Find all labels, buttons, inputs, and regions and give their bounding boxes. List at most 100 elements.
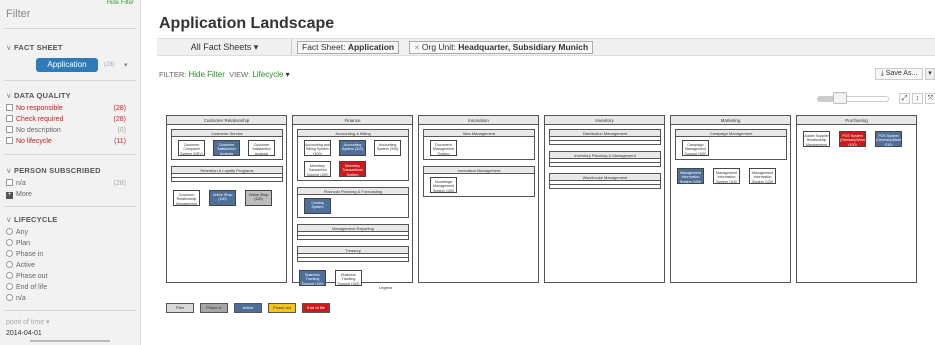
lifecycle-option-active[interactable]: Active [6, 261, 136, 271]
zoom-slider-handle[interactable] [833, 92, 847, 104]
lifecycle-option-plan[interactable]: Plan [6, 239, 136, 249]
app-box-management-information-system-120[interactable]: Management Information System (120) [749, 168, 776, 184]
point-of-time-date[interactable]: 2014-04-01 [6, 329, 136, 339]
dq-count: (28) [113, 116, 126, 123]
app-box-campaign-management-support-100[interactable]: Campaign Management Support (100) [682, 140, 709, 156]
fit-width-icon[interactable]: ⤢ [899, 93, 910, 104]
checkbox[interactable] [6, 104, 13, 111]
app-box-accounting-system-310[interactable]: Accounting System (310) [339, 140, 366, 156]
capability-title: Customer Service [172, 130, 282, 137]
app-box-customer-complaint-system-dev[interactable]: Customer Complaint System (DEV) [178, 140, 205, 156]
lifecycle-option-end-of-life[interactable]: End of life [6, 283, 136, 293]
capability-inventory-planning-management[interactable]: Inventory Planning & Management [549, 151, 661, 167]
app-box-customer-relationship-management[interactable]: Customer Relationship Management [173, 190, 200, 206]
domain-title: Purchasing [797, 116, 916, 125]
view-dropdown[interactable]: Lifecycle ▾ [252, 70, 289, 79]
capability-treasury[interactable]: Treasury [297, 246, 409, 262]
dq-no-lifecycle[interactable]: No lifecycle (11) [6, 137, 136, 147]
capability-distribution-management[interactable]: Distribution Management [549, 129, 661, 145]
domain-finance[interactable]: Finance Accounting & Billing Accounting an… [292, 115, 413, 286]
section-data-quality[interactable]: ∨ DATA QUALITY [6, 91, 71, 100]
app-box-online-shop-100[interactable]: Online Shop (100) [209, 190, 236, 206]
dq-no-description[interactable]: No description (0) [6, 126, 136, 136]
app-box-adobe-supplier-relationship-management[interactable]: Adobe Supplier Relationship Management [803, 131, 830, 147]
divider [4, 206, 136, 207]
section-title: PERSON SUBSCRIBED [14, 166, 101, 175]
app-box-costing-system[interactable]: Costing System [304, 198, 331, 214]
app-box-accounting-system-300[interactable]: Accounting System (300) [374, 140, 401, 156]
capability-accounting-billing[interactable]: Accounting & Billing Accounting and Billi… [297, 129, 409, 181]
app-box-monetary-transactions-system[interactable]: Monetary Transactions System [339, 161, 366, 177]
app-box-online-shop-120[interactable]: Online Shop (120) [245, 190, 272, 206]
dq-count: (28) [113, 105, 126, 112]
dq-no-responsible[interactable]: No responsible (28) [6, 104, 136, 114]
app-box-pos-system-germany-munich-110[interactable]: POS System (Germany/Munich) (110) [875, 131, 902, 147]
org-unit-chip[interactable]: ✕ Org Unit: Headquarter, Subsidiary Munic… [409, 41, 594, 54]
ps-na[interactable]: n/a (28) [6, 179, 136, 189]
radio[interactable] [6, 239, 13, 246]
dq-check-required[interactable]: Check required (28) [6, 115, 136, 125]
section-title: DATA QUALITY [14, 91, 71, 100]
domain-innovation[interactable]: Innovation Idea Management Document Manage… [418, 115, 539, 283]
capability-campaign-management[interactable]: Campaign Management Campaign Management S… [675, 129, 787, 160]
radio[interactable] [6, 294, 13, 301]
fit-height-icon[interactable]: ↕ [912, 93, 923, 104]
lifecycle-option-na[interactable]: n/a [6, 294, 136, 304]
capability-idea-management[interactable]: Idea Management Document Management Syste… [423, 129, 535, 160]
expand-icon[interactable]: ⤧ [925, 93, 935, 104]
capability-retention-loyalty-programs[interactable]: Retention & Loyalty Programs [171, 166, 283, 182]
save-as-caret-icon[interactable]: ▾ [925, 68, 935, 80]
app-box-business-tracking-support-100[interactable]: Business Tracking Support (100) [335, 270, 362, 286]
app-box-accounting-and-billing-system-100[interactable]: Accounting and Billing System (100) [304, 140, 331, 156]
app-box-pos-system-germany-munich-100[interactable]: POS System (Germany/Munich) (100) [839, 131, 866, 147]
save-as-label: Save As... [885, 70, 918, 77]
lifecycle-option-phase-in[interactable]: Phase in [6, 250, 136, 260]
app-box-document-management-system[interactable]: Document Management System [430, 140, 457, 156]
all-fact-sheets-dropdown[interactable]: All Fact Sheets ▾ [158, 39, 292, 55]
app-box-customer-satisfaction-analysis[interactable]: Customer Satisfaction Analysis [248, 140, 275, 156]
radio[interactable] [6, 272, 13, 279]
section-fact-sheet[interactable]: ∨ FACT SHEET [6, 43, 63, 52]
app-box-management-information-system-100[interactable]: Management Information System (100) [677, 168, 704, 184]
radio[interactable] [6, 228, 13, 235]
hide-filter-link[interactable]: Hide Filter [188, 70, 224, 79]
chevron-down-icon: ∨ [6, 166, 12, 175]
lifecycle-option-phase-out[interactable]: Phase out [6, 272, 136, 282]
time-slider[interactable] [30, 340, 110, 342]
legend-item-phase-out: Phase out [268, 303, 296, 313]
radio[interactable] [6, 261, 13, 268]
capability-management-reporting[interactable]: Management Reporting [297, 224, 409, 240]
point-of-time-toggle[interactable]: point of time ▾ [6, 318, 136, 328]
caret-down-icon[interactable]: ▾ [124, 61, 128, 69]
app-box-customer-satisfaction-analysis[interactable]: Customer Satisfaction Analysis [213, 140, 240, 156]
save-as-button[interactable]: ⤓ Save As... [875, 68, 923, 80]
checkbox[interactable] [6, 179, 13, 186]
app-box-business-tracking-support-100[interactable]: Business Tracking Support (100) [299, 270, 326, 286]
radio[interactable] [6, 283, 13, 290]
capability-financial-planning-forecasting[interactable]: Financial Planning & Forecasting Costing … [297, 187, 409, 218]
domain-inventory[interactable]: Inventory Distribution Management Inventor… [544, 115, 665, 283]
checkbox[interactable] [6, 115, 13, 122]
capability-warehouse-management[interactable]: Warehouse Management [549, 173, 661, 189]
domain-customer-relationship[interactable]: Customer Relationship Customer Service Cus… [166, 115, 287, 283]
app-box-knowledge-management-system-100[interactable]: Knowledge Management System (100) [430, 177, 457, 193]
domain-purchasing[interactable]: Purchasing Adobe Supplier Relationship Ma… [796, 115, 917, 283]
radio-label: Any [16, 229, 29, 236]
section-lifecycle[interactable]: ∨ LIFECYCLE [6, 215, 57, 224]
fact-sheet-chip[interactable]: Fact Sheet: Application [297, 41, 400, 54]
lifecycle-option-any[interactable]: Any [6, 228, 136, 238]
checkbox[interactable] [6, 137, 13, 144]
close-icon[interactable]: ✕ [414, 45, 420, 52]
radio-label: Plan [16, 240, 31, 247]
app-box-monetary-transaction-support-100[interactable]: Monetary Transaction Support (100) [304, 161, 331, 177]
capability-innovation-management[interactable]: Innovation Management Knowledge Managemen… [423, 166, 535, 197]
fact-sheet-application-button[interactable]: Application [36, 58, 98, 72]
hide-filter-link-top[interactable]: Hide Filter [107, 0, 134, 6]
radio[interactable] [6, 250, 13, 257]
more-link[interactable]: + More [6, 190, 136, 200]
section-person-subscribed[interactable]: ∨ PERSON SUBSCRIBED [6, 166, 101, 175]
domain-marketing[interactable]: Marketing Campaign Management Campaign Man… [670, 115, 791, 283]
capability-customer-service[interactable]: Customer Service Customer Complaint Syste… [171, 129, 283, 160]
app-box-management-information-system-110[interactable]: Management Information System (110) [713, 168, 740, 184]
checkbox[interactable] [6, 126, 13, 133]
